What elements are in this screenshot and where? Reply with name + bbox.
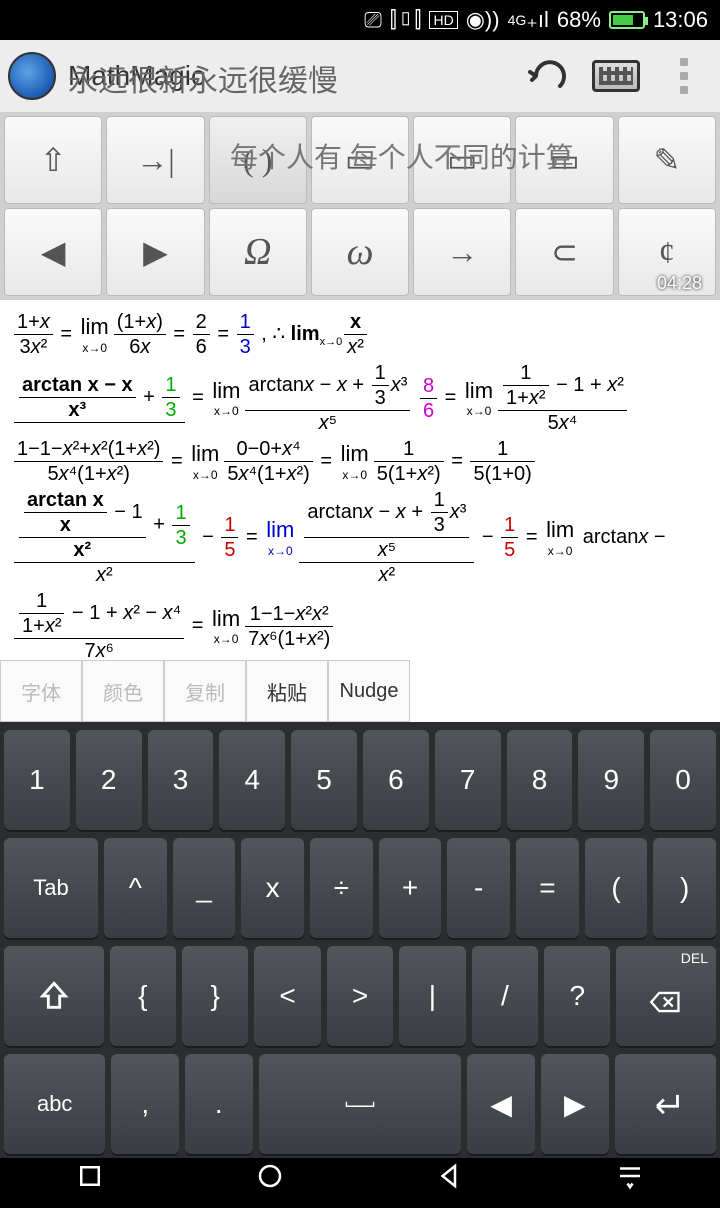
key-1[interactable]: 1: [4, 730, 70, 830]
key-equals[interactable]: =: [516, 838, 579, 938]
status-bar: ⎚ ⫿▯⫿ HD ◉)) 4G₊ıl 68% 13:06: [0, 0, 720, 40]
font-button[interactable]: 字体: [0, 660, 82, 722]
box-button-3[interactable]: ▭: [515, 116, 613, 204]
parentheses-button[interactable]: ( ): [209, 116, 307, 204]
key-9[interactable]: 9: [578, 730, 644, 830]
key-rbrace[interactable]: }: [182, 946, 248, 1046]
arrow-right-button[interactable]: ▶: [106, 208, 204, 296]
key-tab[interactable]: Tab: [4, 838, 98, 938]
arrow-left-button[interactable]: ◀: [4, 208, 102, 296]
keyboard-icon: [592, 60, 640, 92]
equation-canvas[interactable]: 1+x3x² = limx→0(1+x)6x = 26 = 13 , ∴ lim…: [0, 300, 720, 660]
key-pipe[interactable]: |: [399, 946, 465, 1046]
key-8[interactable]: 8: [507, 730, 573, 830]
key-underscore[interactable]: _: [173, 838, 236, 938]
menu-button[interactable]: [656, 48, 712, 104]
key-right[interactable]: ▶: [541, 1054, 609, 1154]
key-comma[interactable]: ,: [111, 1054, 179, 1154]
key-3[interactable]: 3: [148, 730, 214, 830]
key-divide[interactable]: ÷: [310, 838, 373, 938]
battery-pct: 68%: [557, 7, 601, 33]
key-space[interactable]: [259, 1054, 462, 1154]
signal-icon: 4G₊ıl: [508, 7, 549, 33]
key-x[interactable]: x: [241, 838, 304, 938]
hd-icon: HD: [429, 11, 457, 29]
omega-lower-button[interactable]: ω: [311, 208, 409, 296]
soft-keyboard: 1 2 3 4 5 6 7 8 9 0 Tab ^ _ x ÷ + - = ( …: [0, 722, 720, 1158]
vibrate-icon: ⫿▯⫿: [390, 7, 422, 33]
battery-icon: [609, 11, 645, 29]
key-delete[interactable]: DEL: [616, 946, 716, 1046]
watermark-text-1: 永远很新永远很缓慢: [68, 56, 338, 100]
key-shift[interactable]: [4, 946, 104, 1046]
key-2[interactable]: 2: [76, 730, 142, 830]
copy-button[interactable]: 复制: [164, 660, 246, 722]
key-slash[interactable]: /: [472, 946, 538, 1046]
key-caret[interactable]: ^: [104, 838, 167, 938]
color-button[interactable]: 颜色: [82, 660, 164, 722]
cast-icon: ⎚: [364, 7, 382, 33]
action-bar: 字体 颜色 复制 粘贴 Nudge: [0, 660, 720, 722]
box-button-2[interactable]: ▭: [413, 116, 511, 204]
key-0[interactable]: 0: [650, 730, 716, 830]
wifi-icon: ◉)): [466, 7, 500, 33]
key-5[interactable]: 5: [291, 730, 357, 830]
edit-button[interactable]: ✎: [618, 116, 716, 204]
nudge-button[interactable]: Nudge: [328, 660, 410, 722]
keyboard-toggle-button[interactable]: [588, 48, 644, 104]
shift-up-button[interactable]: ⇧: [4, 116, 102, 204]
key-abc[interactable]: abc: [4, 1054, 105, 1154]
nav-home-button[interactable]: [250, 1156, 290, 1196]
key-left[interactable]: ◀: [467, 1054, 535, 1154]
video-timestamp: 04:28: [657, 273, 702, 294]
subset-button[interactable]: ⊂: [515, 208, 613, 296]
tab-button[interactable]: →|: [106, 116, 204, 204]
box-button-1[interactable]: ▭: [311, 116, 409, 204]
key-plus[interactable]: +: [379, 838, 442, 938]
key-question[interactable]: ?: [544, 946, 610, 1046]
key-lbrace[interactable]: {: [110, 946, 176, 1046]
key-7[interactable]: 7: [435, 730, 501, 830]
clock: 13:06: [653, 7, 708, 33]
arrow-button[interactable]: →: [413, 208, 511, 296]
key-minus[interactable]: -: [447, 838, 510, 938]
key-gt[interactable]: >: [327, 946, 393, 1046]
key-4[interactable]: 4: [219, 730, 285, 830]
nav-recent-button[interactable]: [70, 1156, 110, 1196]
titlebar: 永远很新永远很缓慢 MathMagic: [0, 40, 720, 112]
nav-back-button[interactable]: [430, 1156, 470, 1196]
undo-button[interactable]: [520, 48, 576, 104]
omega-upper-button[interactable]: Ω: [209, 208, 307, 296]
menu-dots-icon: [680, 58, 688, 94]
app-logo-icon[interactable]: [8, 52, 56, 100]
key-enter[interactable]: [615, 1054, 716, 1154]
paste-button[interactable]: 粘贴: [246, 660, 328, 722]
nav-ime-button[interactable]: [610, 1156, 650, 1196]
key-lt[interactable]: <: [254, 946, 320, 1046]
key-lparen[interactable]: (: [585, 838, 648, 938]
key-rparen[interactable]: ): [653, 838, 716, 938]
key-period[interactable]: .: [185, 1054, 253, 1154]
key-6[interactable]: 6: [363, 730, 429, 830]
symbol-toolbar: 每个人有 每个人不同的计算 04:28 ⇧ →| ( ) ▭ ▭ ▭ ✎ ◀ ▶…: [0, 112, 720, 300]
